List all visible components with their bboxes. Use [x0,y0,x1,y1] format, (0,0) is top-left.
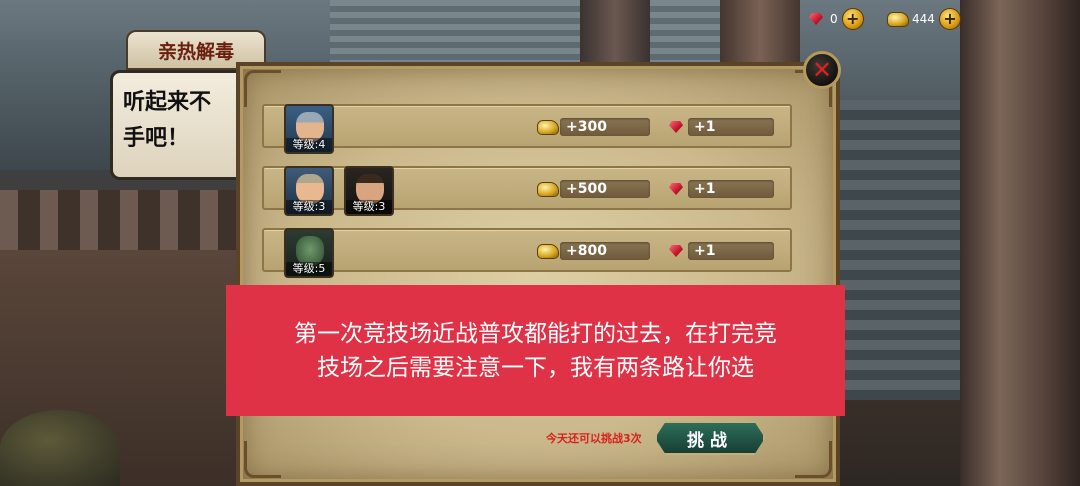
tutorial-tip-overlay: 第一次竞技场近战普攻都能打的过去，在打完竞 技场之后需要注意一下，我有两条路让你… [226,285,845,416]
gem-reward: +1 [668,117,774,137]
background-balustrade [0,190,250,250]
remaining-attempts-text: 今天还可以挑战3次 [546,432,642,445]
gem-counter: 0 + [808,8,864,30]
gem-reward-value: +1 [688,118,774,136]
gold-icon [538,244,558,258]
add-gold-button[interactable]: + [938,8,961,30]
gem-reward: +1 [668,179,774,199]
gem-reward-value: +1 [688,242,774,260]
panel-corner-ornament [244,441,281,478]
close-button[interactable]: ✕ [803,51,841,89]
knight-portrait-icon: 等级:4 [284,104,334,154]
gold-reward: +300 [538,117,650,137]
gem-icon [668,182,686,196]
gold-reward: +800 [538,241,650,261]
gold-counter: 444 + [888,8,961,30]
orc-portrait-icon: 等级:5 [284,228,334,278]
gem-reward-value: +1 [688,180,774,198]
gem-reward: +1 [668,241,774,261]
gold-icon [888,12,908,26]
opponent-level: 等级:3 [286,200,332,214]
opponent-level: 等级:5 [286,262,332,276]
gold-reward-value: +500 [560,180,650,198]
gem-icon [668,120,686,134]
gold-count: 444 [912,12,935,26]
gold-reward-value: +800 [560,242,650,260]
add-gems-button[interactable]: + [841,8,864,30]
opponent-row-3[interactable]: 等级:5 +800 +1 [262,228,792,278]
background-right-stairs [840,100,970,400]
gold-icon [538,182,558,196]
background-rock [0,410,120,486]
gold-icon [538,120,558,134]
opponent-level: 等级:4 [286,138,332,152]
opponent-level: 等级:3 [346,200,392,214]
background-pillar [960,0,1080,486]
close-icon: ✕ [811,56,833,84]
warrior-portrait-icon: 等级:3 [344,166,394,216]
challenge-button[interactable]: 挑战 [655,421,765,455]
gold-reward-value: +300 [560,118,650,136]
viking-portrait-icon: 等级:3 [284,166,334,216]
gem-icon [668,244,686,258]
panel-corner-ornament [795,441,832,478]
gold-reward: +500 [538,179,650,199]
gem-icon [808,12,826,26]
tip-line: 技场之后需要注意一下，我有两条路让你选 [317,354,754,381]
opponent-row-1[interactable]: 等级:4 +300 +1 [262,104,792,154]
panel-corner-ornament [244,70,281,107]
opponent-row-2[interactable]: 等级:3 等级:3 +500 +1 [262,166,792,216]
tip-line: 第一次竞技场近战普攻都能打的过去，在打完竞 [294,320,777,347]
gem-count: 0 [830,12,838,26]
